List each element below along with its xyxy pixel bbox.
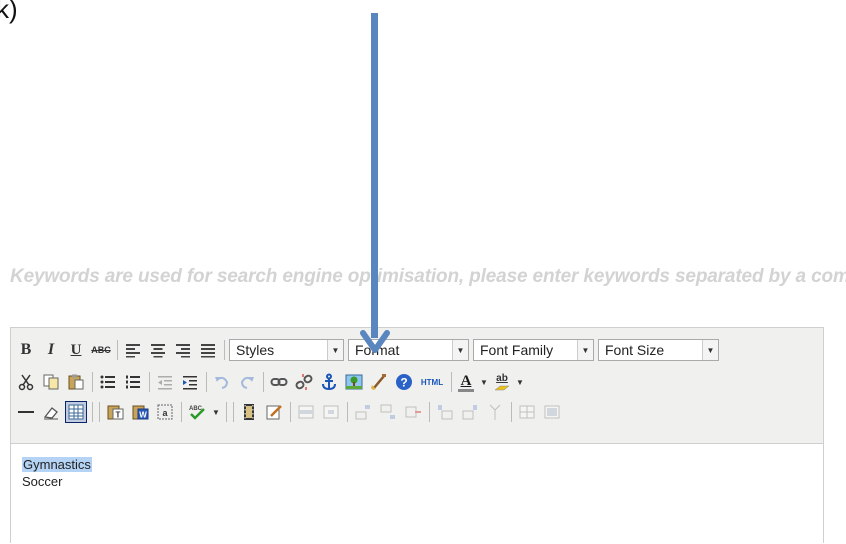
copy-icon[interactable] [40,371,62,393]
font-family-select-label: Font Family [480,342,554,358]
select-all-icon[interactable]: a [154,401,176,423]
toolbar-separator [92,402,93,422]
insert-col-after-icon[interactable] [459,401,481,423]
font-family-select[interactable]: Font Family ▼ [473,339,594,361]
highlight-color-icon[interactable]: ab [492,371,512,393]
toolbar-separator [206,372,207,392]
insert-col-before-icon[interactable] [434,401,456,423]
content-line[interactable]: Gymnastics [22,457,92,472]
paste-text-icon[interactable]: T [104,401,126,423]
insert-row-before-icon[interactable] [352,401,374,423]
chevron-down-icon: ▼ [702,340,718,360]
content-line[interactable]: Soccer [22,474,62,489]
align-right-icon[interactable] [172,339,194,361]
help-icon[interactable]: ? [393,371,415,393]
styles-select[interactable]: Styles ▼ [229,339,344,361]
spellcheck-dropdown[interactable]: ▼ [211,401,221,423]
chevron-down-icon: ▼ [452,340,468,360]
toolbar-separator [224,340,225,360]
toolbar-separator [99,402,100,422]
toolbar-separator [117,340,118,360]
keywords-hint: Keywords are used for search engine opti… [10,266,846,286]
undo-icon[interactable] [211,371,233,393]
text-color-label: A [460,372,472,389]
align-left-icon[interactable] [122,339,144,361]
annotation-arrow-head-icon [360,330,390,353]
paste-icon[interactable] [65,371,87,393]
align-justify-icon[interactable] [197,339,219,361]
delete-row-icon[interactable] [402,401,424,423]
toolbar-separator [226,402,227,422]
text-color-dropdown[interactable]: ▼ [479,371,489,393]
styles-select-label: Styles [236,342,275,358]
font-size-select[interactable]: Font Size ▼ [598,339,719,361]
chevron-down-icon: ▼ [577,340,593,360]
horizontal-rule-icon[interactable] [15,401,37,423]
link-icon[interactable] [268,371,290,393]
toolbar-separator [290,402,291,422]
svg-text:?: ? [400,376,407,390]
page-fragment-text: k) [0,0,18,24]
toolbar-separator [233,402,234,422]
edit-icon[interactable] [263,401,285,423]
highlight-label: ab [496,373,508,384]
highlight-color-dropdown[interactable]: ▼ [515,371,525,393]
paste-word-icon[interactable]: W [129,401,151,423]
editor-content-area[interactable]: Gymnastics Soccer [11,443,823,544]
numbered-list-icon[interactable] [122,371,144,393]
table-cell-props-icon[interactable] [320,401,342,423]
svg-text:T: T [116,411,121,420]
font-size-select-label: Font Size [605,342,665,358]
remove-format-icon[interactable] [40,401,62,423]
html-source-icon[interactable]: HTML [418,371,446,393]
svg-text:W: W [139,411,147,420]
toolbar-separator [451,372,452,392]
unlink-icon[interactable] [293,371,315,393]
spellcheck-icon[interactable]: ABC [186,401,208,423]
table-row-props-icon[interactable] [295,401,317,423]
bullet-list-icon[interactable] [97,371,119,393]
strikethrough-button[interactable]: ABC [90,339,112,361]
toolbar-separator [181,402,182,422]
toolbar-row-3: T W a ABC ▼ [15,398,566,426]
underline-button[interactable]: U [65,339,87,361]
image-icon[interactable] [343,371,365,393]
toolbar-separator [347,402,348,422]
merge-cells-icon[interactable] [541,401,563,423]
cleanup-icon[interactable] [368,371,390,393]
toolbar-separator [92,372,93,392]
insert-row-after-icon[interactable] [377,401,399,423]
anchor-icon[interactable] [318,371,340,393]
delete-col-icon[interactable] [484,401,506,423]
annotation-arrow-shaft [371,13,378,338]
toolbar-separator [511,402,512,422]
toolbar-separator [429,402,430,422]
text-color-icon[interactable]: A [456,371,476,393]
align-center-icon[interactable] [147,339,169,361]
text-color-swatch [458,388,474,392]
highlight-marker-icon [494,385,510,391]
toolbar-separator [149,372,150,392]
toolbar-row-2: ? HTML A ▼ ab ▼ [15,368,528,396]
rich-text-editor: B I U ABC Styles ▼ Format ▼ Font Family … [10,327,824,544]
visual-aid-icon[interactable] [65,401,87,423]
redo-icon[interactable] [236,371,258,393]
toolbar-separator [263,372,264,392]
split-cells-icon[interactable] [516,401,538,423]
italic-button[interactable]: I [40,339,62,361]
chevron-down-icon: ▼ [327,340,343,360]
indent-icon[interactable] [179,371,201,393]
bold-button[interactable]: B [15,339,37,361]
media-icon[interactable] [238,401,260,423]
outdent-icon[interactable] [154,371,176,393]
cut-icon[interactable] [15,371,37,393]
